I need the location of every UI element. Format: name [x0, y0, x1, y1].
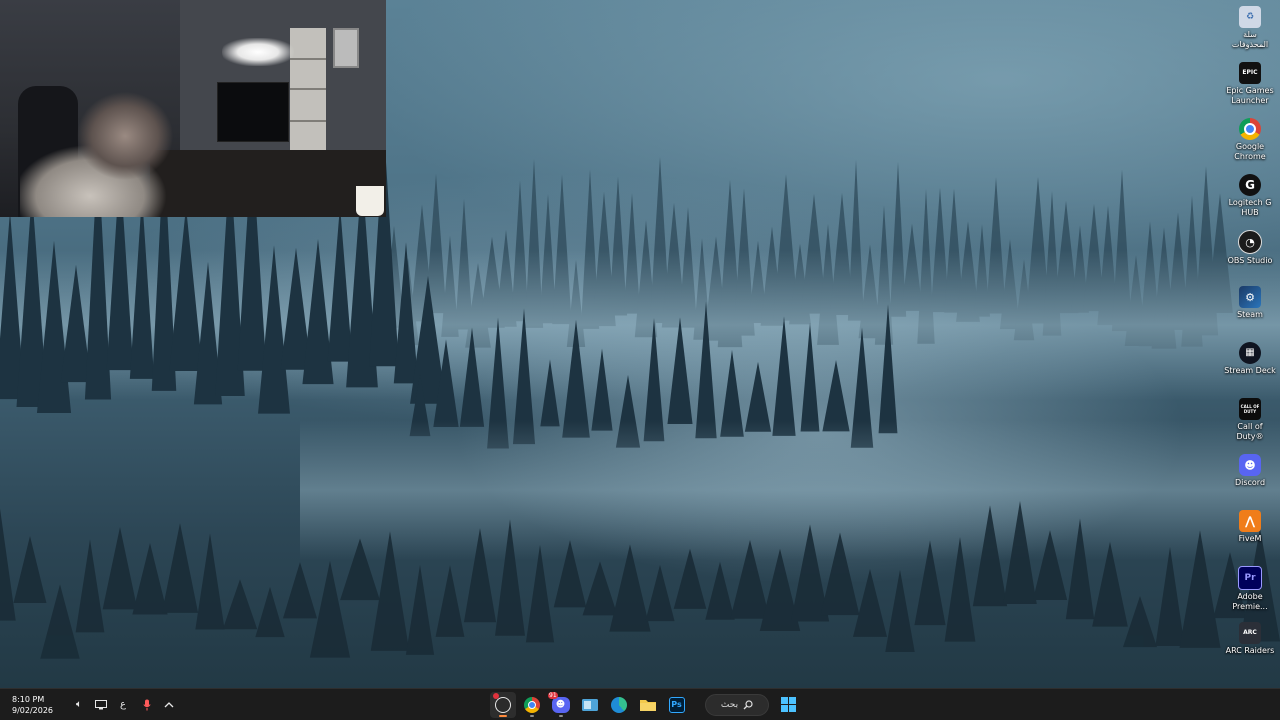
recording-badge	[492, 692, 499, 699]
pine-tree-shape	[645, 564, 675, 622]
webcam-cup	[356, 186, 384, 216]
desktop-icon-steam[interactable]: ⚙ Steam	[1222, 282, 1278, 320]
desktop-icon-fivem[interactable]: ⋀ FiveM	[1222, 506, 1278, 544]
microphone-icon[interactable]	[138, 696, 156, 714]
chrome-icon	[523, 696, 540, 713]
network-icon[interactable]	[92, 696, 110, 714]
desktop-icon-premiere-pro[interactable]: Pr Adobe Premie...	[1222, 562, 1278, 612]
pine-tree-shape	[435, 565, 465, 637]
desktop-icon-recycle-bin[interactable]: ♻ سلة المحذوفات	[1222, 2, 1278, 50]
pine-tree-shape	[161, 523, 199, 613]
premiere-pro-icon: Pr	[1238, 566, 1262, 590]
desktop-icon-logitech-g-hub[interactable]: G Logitech G HUB	[1222, 170, 1278, 218]
desktop-icon-label: Stream Deck	[1224, 366, 1276, 375]
pine-tree-shape	[13, 535, 47, 604]
desktop-icon-label: Call of Duty®	[1236, 422, 1264, 441]
desktop-icon-label: Epic Games Launcher	[1226, 86, 1274, 105]
arc-raiders-icon: ARC	[1239, 622, 1261, 644]
pine-tree-shape	[255, 586, 285, 638]
start-button[interactable]	[775, 692, 801, 718]
pine-tree-shape	[282, 562, 318, 619]
webcam-overlay	[0, 0, 386, 217]
chrome-icon	[1239, 118, 1261, 140]
pine-tree-shape	[195, 533, 225, 630]
pine-tree-shape	[1155, 546, 1185, 646]
pine-tree-shape	[405, 564, 435, 655]
folder-icon	[639, 699, 656, 711]
chevron-up-icon[interactable]	[160, 696, 178, 714]
clock[interactable]: 8:10 PM 9/02/2026	[0, 694, 60, 716]
desktop-icon-stream-deck[interactable]: ▦ Stream Deck	[1222, 338, 1278, 376]
obs-icon	[494, 696, 511, 713]
webcam-tv	[217, 82, 289, 142]
desktop-icon-epic-games[interactable]: EPIC Epic Games Launcher	[1222, 58, 1278, 106]
windows-logo-icon	[780, 697, 796, 712]
pine-tree-shape	[0, 508, 16, 621]
webcam-shelf	[290, 28, 326, 158]
clock-time: 8:10 PM	[12, 694, 45, 704]
running-app-indicator	[529, 714, 534, 717]
desktop-icon-chrome[interactable]: Google Chrome	[1222, 114, 1278, 162]
desktop-icon-discord[interactable]: ☻ Discord	[1222, 450, 1278, 488]
desktop-icon-label: ARC Raiders	[1225, 646, 1275, 655]
discord-icon: ☻	[1239, 454, 1261, 476]
pine-tree-shape	[102, 527, 138, 610]
desktop-icon-label: Steam	[1237, 310, 1263, 319]
task-view-icon	[581, 698, 598, 711]
webcam-person	[20, 86, 190, 217]
system-tray: 8:10 PM 9/02/2026 🔈︎ ع	[0, 689, 178, 720]
desktop-icon-label: Google Chrome	[1234, 142, 1266, 161]
active-app-indicator	[498, 714, 507, 717]
photoshop-icon: Ps	[668, 696, 685, 713]
discord-icon: ☻	[551, 696, 570, 713]
desktop-icon-label: Adobe Premie...	[1232, 592, 1268, 611]
taskbar-app-chrome[interactable]	[519, 692, 545, 718]
logitech-g-icon: G	[1239, 174, 1261, 196]
epic-games-icon: EPIC	[1239, 62, 1261, 84]
webcam-wall-frame	[333, 28, 359, 68]
search-icon	[743, 699, 753, 709]
desktop-icon-label: سلة المحذوفات	[1231, 30, 1269, 49]
running-app-indicator	[558, 714, 563, 717]
recycle-bin-icon: ♻	[1239, 6, 1261, 28]
taskbar-app-file-explorer[interactable]	[635, 692, 661, 718]
edge-icon	[610, 696, 627, 713]
clock-date: 9/02/2026	[12, 705, 54, 715]
volume-icon[interactable]: 🔈︎	[70, 696, 88, 714]
call-of-duty-icon: CALL OF DUTY	[1239, 398, 1261, 420]
desktop-icon-label: Logitech G HUB	[1228, 198, 1272, 217]
steam-icon: ⚙	[1239, 286, 1261, 308]
stream-deck-icon: ▦	[1239, 342, 1261, 364]
desktop-icon-label: Discord	[1234, 478, 1266, 487]
pine-tree-shape	[222, 579, 258, 630]
notification-badge: 91	[547, 691, 559, 699]
pine-tree-shape	[75, 539, 105, 633]
webcam-neon-sign	[222, 38, 294, 66]
pine-tree-shape	[40, 584, 80, 659]
obs-icon: ◔	[1238, 230, 1262, 254]
taskbar-app-edge[interactable]	[606, 692, 632, 718]
desktop-icon-label: OBS Studio	[1227, 256, 1273, 265]
taskbar-app-obs[interactable]	[489, 691, 516, 718]
desktop-icon-obs-studio[interactable]: ◔ OBS Studio	[1222, 226, 1278, 266]
pine-tree-shape	[582, 561, 618, 616]
taskbar: 8:10 PM 9/02/2026 🔈︎ ع ☻ 91 Ps بحث	[0, 688, 1280, 720]
search-label: بحث	[720, 699, 739, 710]
taskbar-search[interactable]: بحث	[705, 693, 769, 716]
pine-tree-shape	[852, 569, 888, 637]
pine-tree-shape	[309, 560, 351, 658]
taskbar-apps: ☻ 91 Ps بحث	[488, 689, 801, 720]
taskbar-app-photoshop[interactable]: Ps	[664, 692, 690, 718]
taskbar-app-discord[interactable]: ☻ 91	[547, 691, 574, 718]
desktop-icon-label: FiveM	[1238, 534, 1262, 543]
pine-tree-shape	[132, 542, 168, 615]
taskbar-app-task-view[interactable]	[577, 692, 603, 718]
pine-tree-shape	[885, 569, 915, 652]
desktop-icon-call-of-duty[interactable]: CALL OF DUTY Call of Duty®	[1222, 394, 1278, 442]
input-language-indicator[interactable]: ع	[120, 699, 126, 710]
pine-tree-shape	[705, 561, 735, 620]
desktop-icon-arc-raiders[interactable]: ARC ARC Raiders	[1222, 618, 1278, 656]
pine-tree-shape	[1122, 595, 1158, 648]
fivem-icon: ⋀	[1239, 510, 1261, 532]
